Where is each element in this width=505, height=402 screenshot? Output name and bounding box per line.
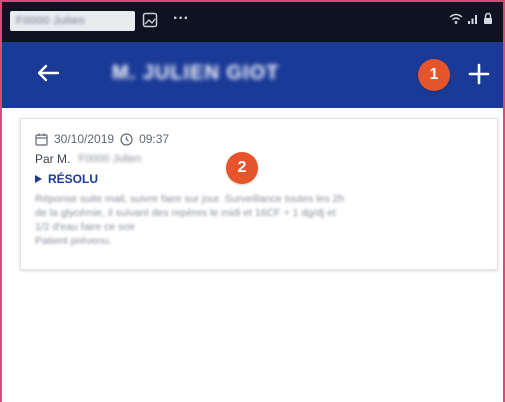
- note-line: 1/2 d'eau faire ce soir: [35, 221, 136, 233]
- note-body: Réponse suite mail, suivre faire sur jou…: [35, 192, 487, 248]
- notification-chip: F0000 Julien: [10, 11, 135, 31]
- wifi-icon: [449, 13, 463, 28]
- triangle-right-icon: [35, 172, 42, 186]
- note-line: de la glycémie, il suivant des repères l…: [35, 207, 336, 219]
- plus-icon: [468, 61, 490, 91]
- note-meta: 30/10/2019 09:37: [35, 132, 169, 146]
- status-text: RÉSOLU: [48, 172, 99, 186]
- more-notifications-icon: ···: [173, 10, 189, 27]
- back-button[interactable]: [30, 59, 66, 91]
- author-prefix: Par M.: [35, 152, 71, 166]
- clock-icon: [120, 132, 133, 146]
- system-icons: [449, 12, 493, 28]
- add-button[interactable]: [463, 60, 495, 92]
- status-bar: F0000 Julien ···: [2, 2, 503, 42]
- note-date: 30/10/2019: [54, 132, 115, 146]
- arrow-left-icon: [36, 63, 60, 88]
- calendar-icon: [35, 133, 48, 146]
- note-line: Patient prévenu.: [35, 235, 112, 247]
- note-author: Par M. F0000 Julien: [35, 152, 141, 166]
- lock-icon: [483, 12, 493, 28]
- gallery-icon: [142, 12, 158, 28]
- note-line: Réponse suite mail, suivre faire sur jou…: [35, 193, 345, 205]
- page-title: M. JULIEN GIOT: [112, 62, 280, 84]
- annotation-badge-1: 1: [418, 59, 450, 91]
- note-card[interactable]: 30/10/2019 09:37 Par M. F0000 Julien RÉS…: [20, 118, 498, 270]
- annotation-badge-2: 2: [226, 152, 258, 184]
- status-label: RÉSOLU: [35, 172, 98, 186]
- note-time: 09:37: [139, 132, 170, 146]
- author-name: F0000 Julien: [78, 153, 142, 165]
- notification-text: F0000 Julien: [16, 15, 85, 27]
- signal-icon: [467, 13, 479, 28]
